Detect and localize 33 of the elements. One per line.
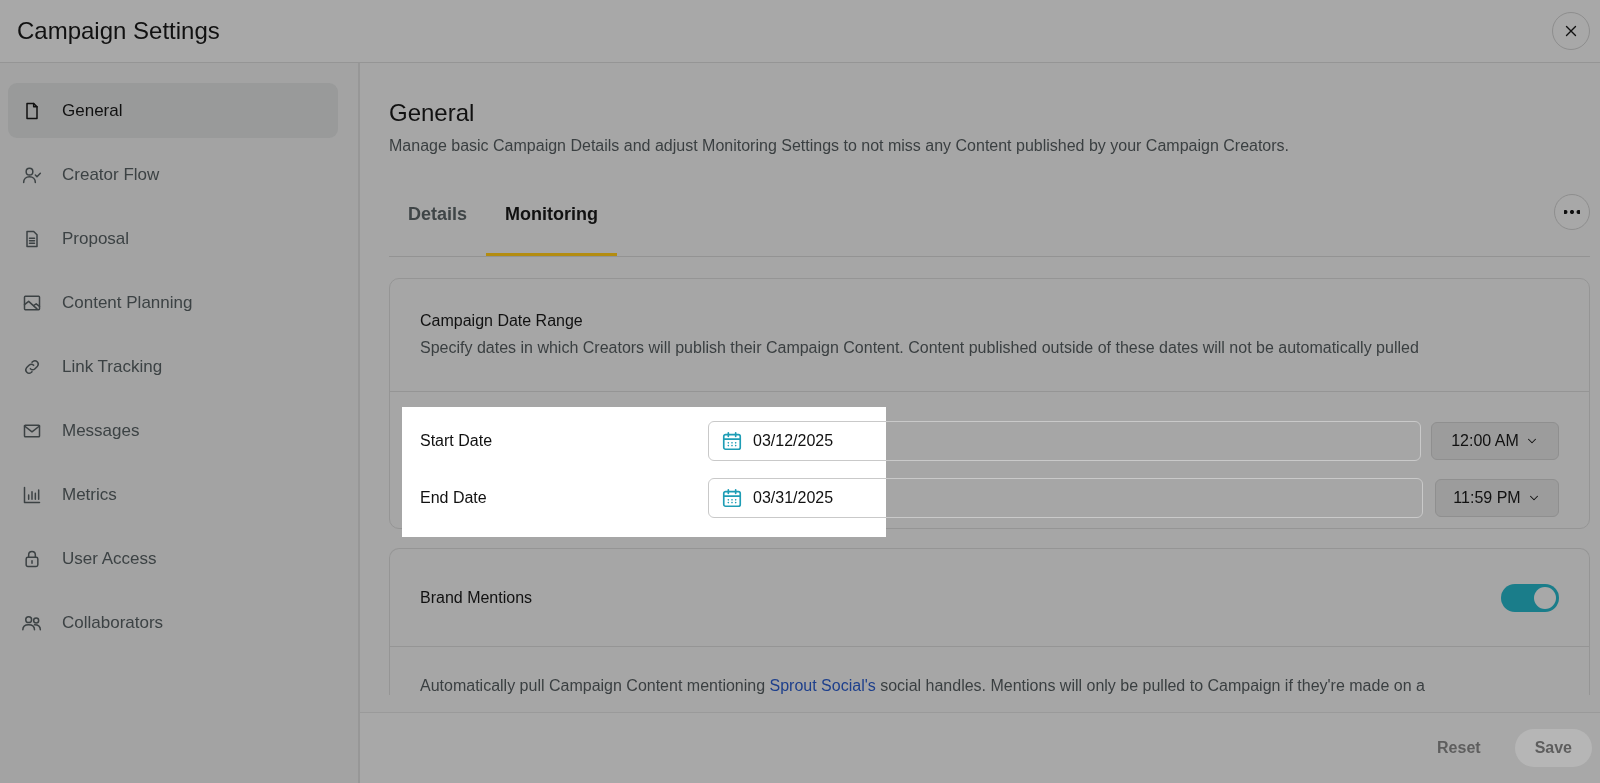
calendar-icon <box>721 487 743 509</box>
sidebar-item[interactable]: Messages <box>8 403 338 458</box>
sidebar-item[interactable]: Content Planning <box>8 275 338 330</box>
section-description: Specify dates in which Creators will publish their Campaign Content. Content published outside of these dates will not be automatically pulled <box>420 339 1420 357</box>
sidebar-item[interactable]: User Access <box>8 531 338 586</box>
date-field[interactable]: 03/12/2025 <box>708 421 1421 461</box>
bar-chart-icon <box>22 484 42 505</box>
sidebar-item[interactable]: Proposal <box>8 211 338 266</box>
date-field[interactable]: 03/31/2025 <box>708 478 1423 518</box>
calendar-icon <box>721 430 743 452</box>
sidebar-item[interactable]: Creator Flow <box>8 147 338 202</box>
page-title: General <box>389 99 476 127</box>
toggle-switch[interactable] <box>1501 584 1559 612</box>
sidebar-item[interactable]: Link Tracking <box>8 339 338 394</box>
tab[interactable]: Monitoring <box>486 175 617 256</box>
sidebar-item[interactable]: Metrics <box>8 467 338 522</box>
page-description: Manage basic Campaign Details and adjust Monitoring Settings to not miss any Content published by your Campaign Creators. <box>389 137 1291 155</box>
tab[interactable]: Details <box>389 175 487 256</box>
sidebar-item[interactable]: Collaborators <box>8 595 338 650</box>
section-title: Campaign Date Range <box>420 312 584 330</box>
field-label: End Date <box>420 489 488 507</box>
close-button[interactable] <box>1552 12 1590 50</box>
lock-icon <box>22 548 42 569</box>
sidebar-item[interactable]: General <box>8 83 338 138</box>
time-dropdown[interactable]: 12:00 AM <box>1431 422 1559 460</box>
section-title: Brand Mentions <box>420 589 533 607</box>
field-label: Start Date <box>420 432 494 450</box>
section-description: Automatically pull Campaign Content mentioning Sprout Social's social handles. Mentions will only be pulled to Campaign if they're made on a <box>420 677 1426 695</box>
link[interactable]: Sprout Social's <box>769 677 876 694</box>
more-button[interactable] <box>1554 193 1590 230</box>
time-dropdown[interactable]: 11:59 PM <box>1435 479 1559 517</box>
more-icon <box>1564 209 1580 214</box>
window-title: Campaign Settings <box>17 17 220 45</box>
